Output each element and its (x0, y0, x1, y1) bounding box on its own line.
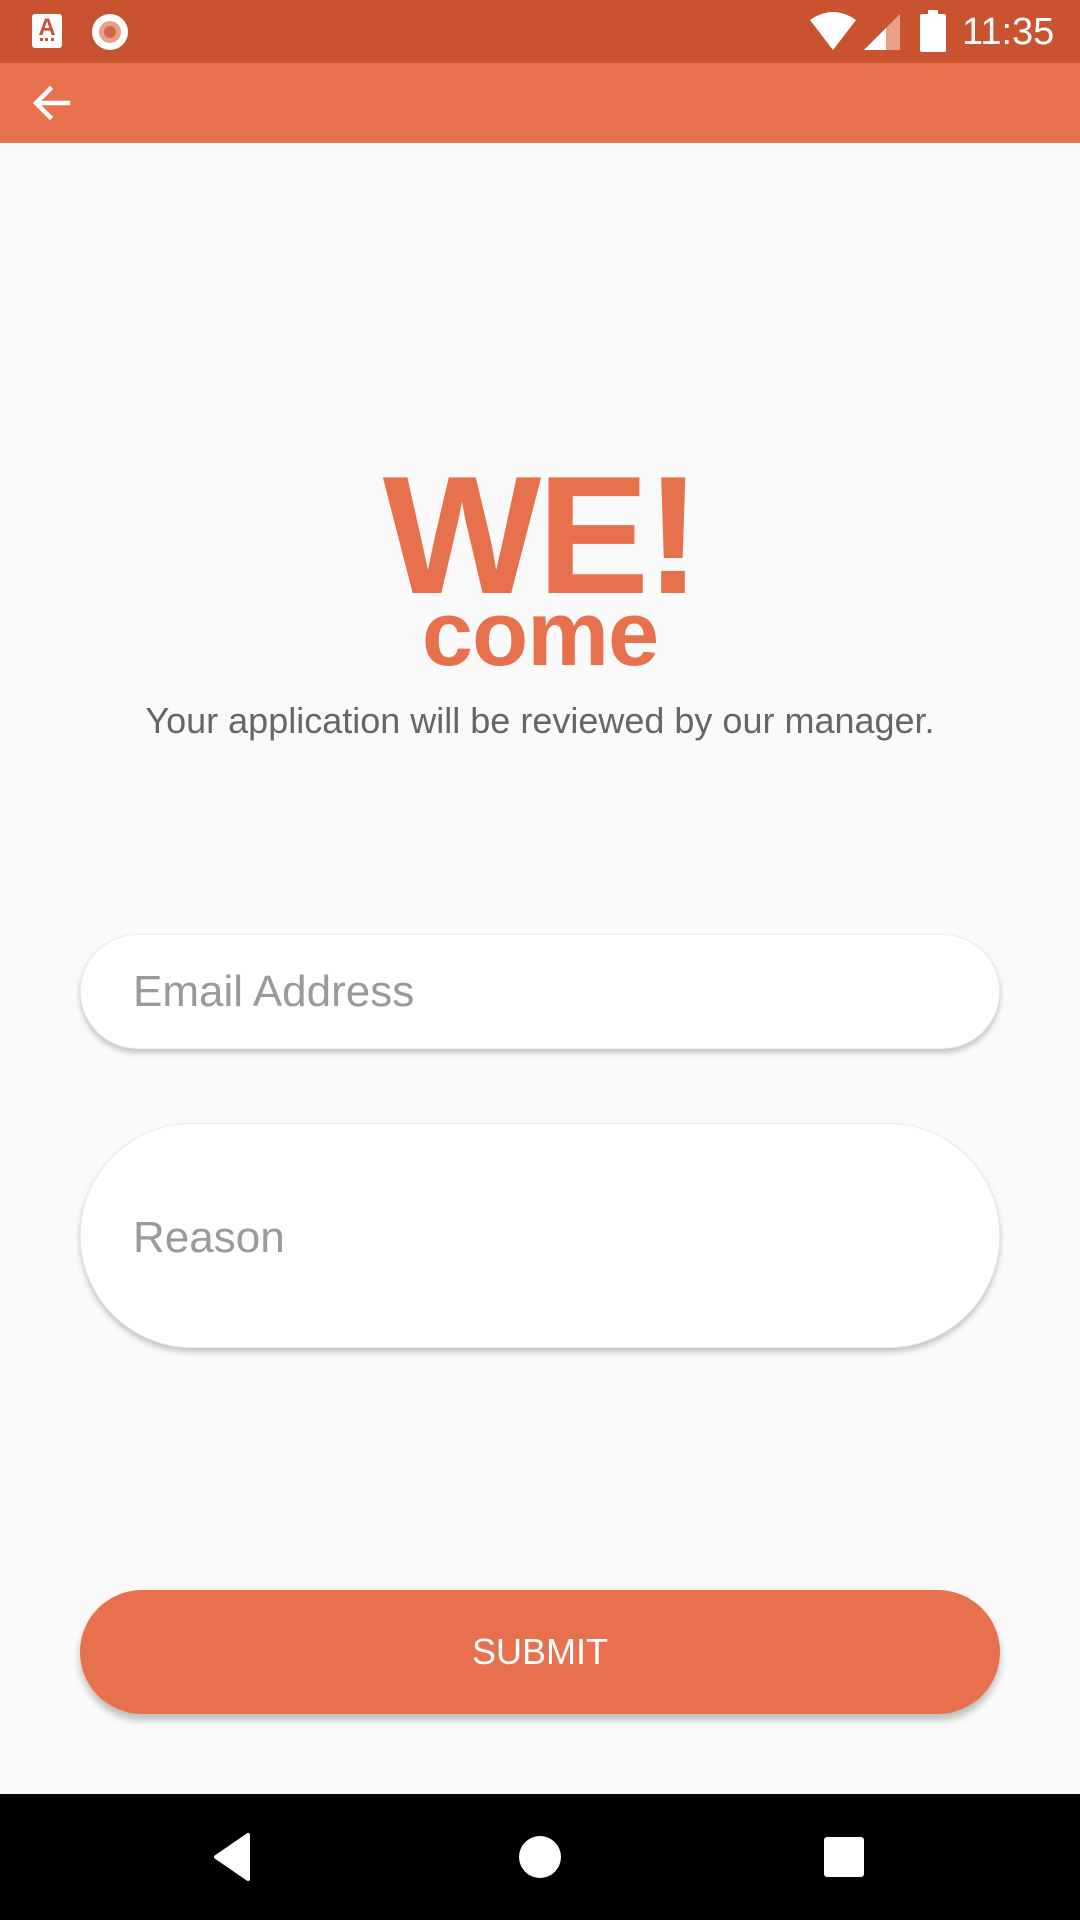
reason-field-container (80, 1123, 1000, 1348)
status-bar: A 11:35 (0, 0, 1080, 63)
status-time: 11:35 (962, 11, 1055, 53)
back-triangle-icon[interactable] (204, 1825, 268, 1889)
record-notification-icon (92, 14, 128, 50)
battery-icon (920, 10, 946, 52)
review-notice-text: Your application will be reviewed by our… (145, 700, 935, 741)
cell-signal-icon (864, 14, 900, 50)
email-field[interactable] (133, 963, 959, 1021)
wifi-icon (810, 12, 856, 50)
reason-field[interactable] (133, 1210, 959, 1270)
home-circle-icon[interactable] (508, 1825, 572, 1889)
system-nav-bar (0, 1794, 1080, 1920)
screen: A 11:35 WE! come Your application will b… (0, 0, 1080, 1920)
back-button[interactable] (20, 71, 84, 135)
welcome-subheadline: come (421, 583, 659, 685)
recents-square-icon[interactable] (812, 1825, 876, 1889)
email-field-container (80, 934, 1000, 1049)
submit-button[interactable]: SUBMIT (80, 1590, 1000, 1714)
app-bar (0, 63, 1080, 143)
app-a-notification-icon: A (32, 14, 62, 48)
arrow-left-icon (32, 85, 71, 121)
